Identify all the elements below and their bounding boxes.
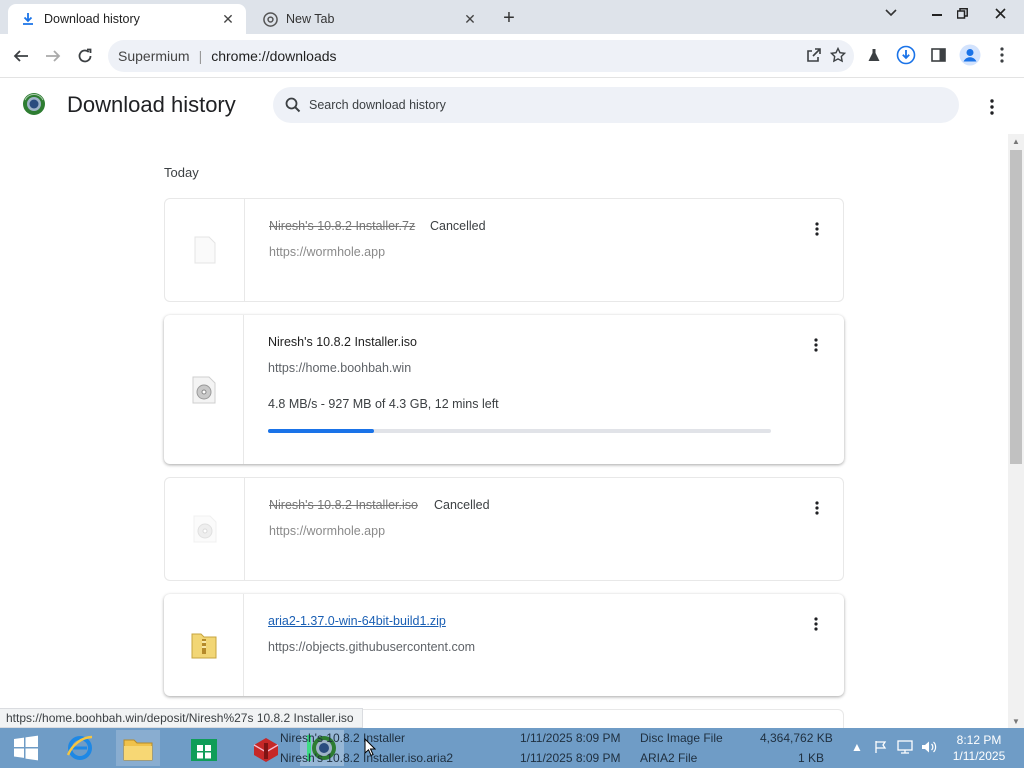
search-downloads-input[interactable]: Search download history <box>273 87 959 123</box>
download-progress-bar <box>268 429 771 433</box>
new-tab-button[interactable]: + <box>498 7 520 29</box>
restore-button[interactable] <box>951 2 973 24</box>
labs-flask-icon[interactable] <box>860 41 888 69</box>
downloads-header: Download history Search download history <box>0 78 1024 134</box>
close-tab-icon[interactable]: ✕ <box>218 9 238 29</box>
downloads-indicator-icon[interactable] <box>892 41 920 69</box>
day-label: Today <box>164 165 199 180</box>
bookmark-star-icon[interactable] <box>824 41 852 69</box>
action-center-flag-icon[interactable] <box>872 737 890 757</box>
page-title: Download history <box>67 92 236 117</box>
download-item: Niresh's 10.8.2 Installer.iso https://ho… <box>164 315 844 464</box>
item-menu-icon[interactable] <box>805 496 829 520</box>
file-explorer-icon[interactable] <box>116 730 160 766</box>
disc-image-file-icon <box>164 315 244 464</box>
close-window-button[interactable] <box>978 2 1022 24</box>
page-scrollbar[interactable]: ▲ ▼ <box>1008 134 1024 728</box>
site-chip[interactable]: Supermium <box>118 48 190 64</box>
profile-avatar-icon[interactable] <box>956 41 984 69</box>
file-icon <box>165 199 245 301</box>
file-name[interactable]: Niresh's 10.8.2 Installer.iso <box>268 335 417 349</box>
file-row-date: 1/11/2025 8:09 PM <box>520 731 621 745</box>
download-item: Niresh's 10.8.2 Installer.iso Cancelled … <box>164 477 844 581</box>
file-row-size: 1 KB <box>798 751 825 765</box>
item-menu-icon[interactable] <box>804 333 828 357</box>
search-icon <box>285 97 301 113</box>
link-status-bubble: https://home.boohbah.win/deposit/Niresh%… <box>0 708 363 728</box>
file-row-type: ARIA2 File <box>640 751 698 765</box>
omnibox-divider: | <box>198 48 203 64</box>
network-icon[interactable] <box>896 737 914 757</box>
chrome-icon <box>262 11 278 27</box>
back-button[interactable] <box>8 43 34 69</box>
mouse-cursor-icon <box>364 737 377 757</box>
browser-toolbar: Supermium | chrome://downloads <box>0 34 1024 78</box>
file-name-link[interactable]: aria2-1.37.0-win-64bit-build1.zip <box>268 614 446 628</box>
disc-image-file-icon <box>165 478 245 580</box>
close-tab-icon[interactable]: ✕ <box>460 9 480 29</box>
internet-explorer-icon[interactable] <box>58 730 102 766</box>
tab-strip: Download history ✕ New Tab ✕ + <box>0 0 1024 34</box>
store-icon[interactable] <box>182 730 226 766</box>
search-placeholder: Search download history <box>309 98 446 112</box>
tab-search-chevron-icon[interactable] <box>880 2 902 24</box>
source-url-link[interactable]: https://home.boohbah.win <box>268 361 411 375</box>
scrollbar-thumb[interactable] <box>1010 150 1022 464</box>
item-menu-icon[interactable] <box>804 612 828 636</box>
source-url-link[interactable]: https://wormhole.app <box>269 524 385 538</box>
browser-menu-icon[interactable] <box>988 41 1016 69</box>
file-row-size: 4,364,762 KB <box>760 731 833 745</box>
download-status: Cancelled <box>434 498 490 512</box>
reload-button[interactable] <box>72 43 98 69</box>
item-menu-icon[interactable] <box>805 217 829 241</box>
explorer-file-row: Niresh's 10.8.2 Installer 1/11/2025 8:09… <box>262 728 842 748</box>
download-item: aria2-1.37.0-win-64bit-build1.zip https:… <box>164 594 844 696</box>
download-icon <box>20 11 36 27</box>
file-row-type: Disc Image File <box>640 731 723 745</box>
file-row-name: Niresh's 10.8.2 Installer <box>280 731 406 745</box>
side-panel-icon[interactable] <box>924 41 952 69</box>
tray-overflow-chevron-icon[interactable]: ▲ <box>848 737 866 757</box>
windows-start-icon[interactable] <box>4 730 48 766</box>
tab-new-tab[interactable]: New Tab ✕ <box>250 4 488 34</box>
scroll-down-arrow-icon[interactable]: ▼ <box>1008 714 1024 728</box>
explorer-file-row: Niresh's 10.8.2 Installer.iso.aria2 1/11… <box>262 748 842 768</box>
supermium-logo-icon <box>22 92 46 116</box>
clock-time: 8:12 PM <box>956 733 1002 747</box>
windows-taskbar: Niresh's 10.8.2 Installer 1/11/2025 8:09… <box>0 728 1024 768</box>
clock-date: 1/11/2025 <box>952 749 1006 763</box>
url-text[interactable]: chrome://downloads <box>211 48 336 64</box>
tab-label: New Tab <box>286 12 335 26</box>
download-item: Niresh's 10.8.2 Installer.7z Cancelled h… <box>164 198 844 302</box>
forward-button[interactable] <box>40 43 66 69</box>
system-clock[interactable]: 8:12 PM 1/11/2025 <box>944 732 1014 764</box>
volume-icon[interactable] <box>920 737 938 757</box>
file-name: Niresh's 10.8.2 Installer.iso <box>269 498 418 512</box>
zip-folder-icon <box>164 594 244 696</box>
tab-label: Download history <box>44 12 140 26</box>
source-url-link[interactable]: https://wormhole.app <box>269 245 385 259</box>
minimize-button[interactable] <box>926 2 948 24</box>
progress-text: 4.8 MB/s - 927 MB of 4.3 GB, 12 mins lef… <box>268 397 499 411</box>
download-status: Cancelled <box>430 219 486 233</box>
source-url-link[interactable]: https://objects.githubusercontent.com <box>268 640 475 654</box>
page-menu-icon[interactable] <box>980 95 1004 119</box>
progress-fill <box>268 429 374 433</box>
scroll-up-arrow-icon[interactable]: ▲ <box>1008 134 1024 148</box>
downloads-list: Today Niresh's 10.8.2 Installer.7z Cance… <box>0 134 1008 728</box>
address-bar[interactable]: Supermium | chrome://downloads <box>108 40 854 72</box>
file-row-date: 1/11/2025 8:09 PM <box>520 751 621 765</box>
file-name: Niresh's 10.8.2 Installer.7z <box>269 219 416 233</box>
tab-download-history[interactable]: Download history ✕ <box>8 4 246 34</box>
